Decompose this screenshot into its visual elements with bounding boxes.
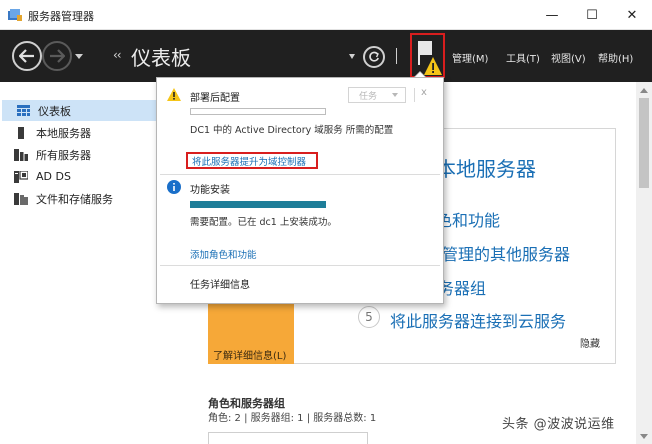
sidebar-item-label: 文件和存储服务 [36,192,113,206]
add-servers-link[interactable]: 管理的其他服务器 [442,241,570,265]
promote-to-dc-label: 将此服务器提升为域控制器 [192,156,307,168]
arrow-left-icon [19,49,34,63]
connect-cloud-services-link[interactable]: 将此服务器连接到云服务 [390,308,566,332]
post-deploy-title: 部署后配置 [190,93,240,104]
close-icon: ✕ [626,7,638,23]
menu-tools[interactable]: 工具(T) [506,50,540,65]
chevron-up-icon [640,87,648,93]
post-deploy-description: DC1 中的 Active Directory 域服务 所需的配置 [190,125,394,136]
feature-install-progress [190,201,326,208]
window-title: 服务器管理器 [28,10,94,23]
info-icon [167,180,181,194]
warning-icon [167,88,181,101]
maximize-button[interactable]: ☐ [572,0,612,30]
step-5-number: 5 [358,306,380,328]
file-storage-icon [14,192,28,205]
notification-divider [160,174,440,175]
create-server-group-link[interactable]: 务器组 [438,275,486,299]
sidebar-item-label: 所有服务器 [36,148,91,162]
back-button[interactable] [12,41,42,71]
header-dropdown-icon[interactable] [349,54,355,59]
sidebar-item-label: 仪表板 [38,104,71,118]
menu-view[interactable]: 视图(V) [551,50,586,65]
promote-to-dc-link[interactable]: 将此服务器提升为域控制器 [186,152,318,169]
roles-section-summary: 角色: 2 | 服务器组: 1 | 服务器总数: 1 [208,413,377,424]
dashboard-icon [16,105,30,117]
header-separator [396,48,397,64]
sidebar-item-label: AD DS [36,170,71,183]
notification-divider [160,265,440,266]
local-server-icon [14,126,28,139]
sidebar-item-label: 本地服务器 [36,126,91,140]
popup-pointer-fill [415,72,425,77]
minimize-icon: — [545,7,559,23]
post-deploy-progress [190,108,326,115]
close-button[interactable]: ✕ [612,0,652,30]
watermark: 头条 @波波说运维 [502,417,615,432]
learn-more-link[interactable]: 了解详细信息(L) [213,347,286,362]
scroll-down-button[interactable] [636,428,652,444]
page-title: 仪表板 [131,48,191,70]
menu-help[interactable]: 帮助(H) [598,50,633,65]
welcome-heading: 本地服务器 [436,159,536,181]
menu-manage[interactable]: 管理(M) [452,50,488,65]
history-dropdown-icon[interactable] [75,54,83,59]
chevron-down-icon [640,433,648,439]
scroll-up-button[interactable] [636,82,652,98]
add-roles-features-link[interactable]: 色和功能 [436,207,500,231]
task-details-link[interactable]: 任务详细信息 [190,276,250,291]
flag-warning-icon [418,41,442,75]
hide-link[interactable]: 隐藏 [580,335,600,350]
add-roles-and-features-link[interactable]: 添加角色和功能 [190,247,257,261]
title-bar: 服务器管理器 — ☐ ✕ [0,0,652,30]
arrow-right-icon [50,49,65,63]
refresh-icon [369,51,379,62]
feature-install-description: 需要配置。已在 dc1 上安装成功。 [190,217,337,228]
minimize-button[interactable]: — [532,0,572,30]
scrollbar-thumb[interactable] [639,98,649,188]
feature-install-title: 功能安装 [190,185,230,196]
header-bar: ‹‹ 仪表板 管理(M) 工具(T) 视图(V) 帮助(H) [0,30,652,82]
chevron-down-icon [392,93,398,97]
maximize-icon: ☐ [586,7,598,23]
dismiss-notification-button[interactable]: x [421,87,427,98]
ad-ds-icon [14,170,28,183]
all-servers-icon [14,148,28,161]
breadcrumb-arrows: ‹‹ [113,48,122,62]
forward-button[interactable] [42,41,72,71]
role-tile[interactable] [208,432,368,444]
server-manager-app-icon [8,9,22,21]
sidebar-item-dashboard[interactable]: 仪表板 [2,100,157,121]
task-dropdown-label: 任务 [359,91,378,102]
refresh-button[interactable] [363,46,385,68]
popup-separator [414,88,415,102]
